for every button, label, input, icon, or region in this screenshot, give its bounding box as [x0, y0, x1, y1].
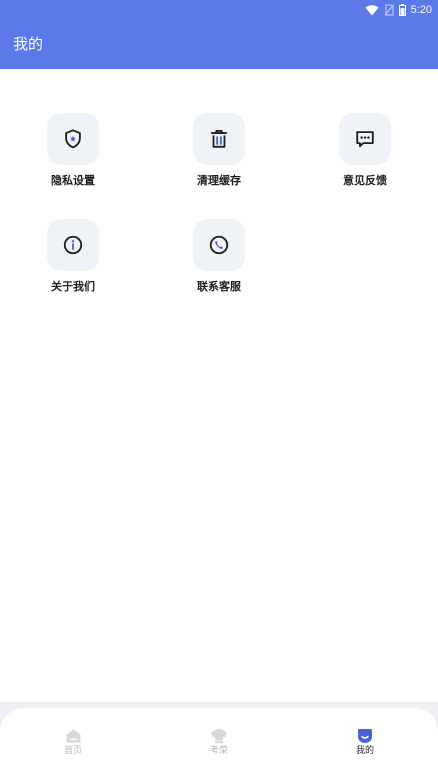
no-sim-icon: [384, 4, 394, 16]
info-icon: [62, 234, 84, 256]
tab-bar-panel: 首页 考菜 我的: [0, 708, 438, 780]
status-bar: 5:20: [0, 0, 438, 20]
clear-cache-icon-tile: [193, 113, 245, 165]
tab-label: 考菜: [209, 746, 228, 756]
contact-icon-tile: [193, 219, 245, 271]
tab-home[interactable]: 首页: [33, 728, 113, 757]
wifi-icon: [364, 4, 379, 16]
tab-cuisine[interactable]: 考菜: [179, 728, 259, 757]
menu-item-label: 意见反馈: [343, 174, 387, 187]
home-icon: [33, 728, 113, 744]
menu-item-label: 清理缓存: [197, 174, 241, 187]
tab-label: 我的: [355, 746, 374, 756]
privacy-icon-tile: [47, 113, 99, 165]
menu-item-contact-support[interactable]: 联系客服: [169, 219, 269, 299]
trash-icon: [208, 128, 230, 150]
menu-item-label: 隐私设置: [51, 174, 95, 187]
shield-icon: [62, 128, 84, 150]
menu-item-clear-cache[interactable]: 清理缓存: [169, 113, 269, 193]
screen: 5:20 我的 隐私设置 清理缓存 意见反馈 关于我们 联系客服 首页 考菜 我…: [0, 0, 438, 780]
profile-icon: [325, 728, 405, 744]
chef-hat-icon: [179, 728, 259, 744]
menu-item-feedback[interactable]: 意见反馈: [315, 113, 415, 193]
status-icons: 5:20: [364, 2, 432, 18]
about-icon-tile: [47, 219, 99, 271]
page-title: 我的: [13, 35, 44, 53]
tab-profile[interactable]: 我的: [325, 728, 405, 757]
status-time: 5:20: [410, 4, 432, 16]
menu-item-privacy-settings[interactable]: 隐私设置: [23, 113, 123, 193]
battery-icon: [398, 4, 406, 16]
menu-item-label: 联系客服: [197, 280, 241, 293]
app-bar: 我的: [0, 20, 438, 69]
menu-item-label: 关于我们: [51, 280, 95, 293]
menu-item-about-us[interactable]: 关于我们: [23, 219, 123, 299]
feedback-icon-tile: [339, 113, 391, 165]
phone-icon: [208, 234, 230, 256]
tab-label: 首页: [63, 746, 82, 756]
message-icon: [354, 128, 376, 150]
bottom-tab-bar: 首页 考菜 我的: [0, 702, 438, 780]
